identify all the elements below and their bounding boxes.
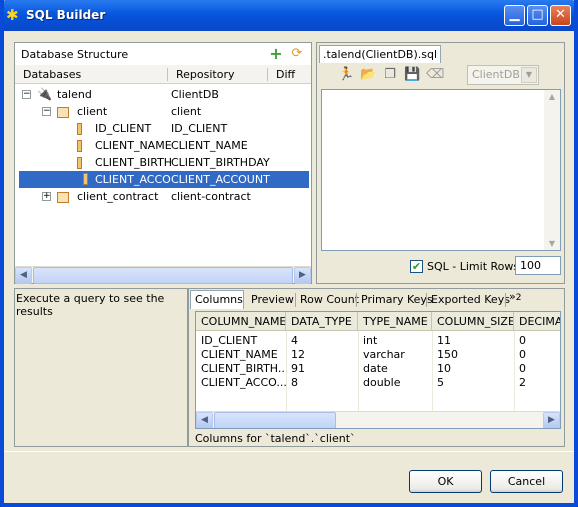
scroll-left-icon[interactable]: ◀ <box>196 412 213 428</box>
limit-rows-input[interactable]: 100 <box>515 256 561 275</box>
scroll-left-icon[interactable]: ◀ <box>15 267 32 284</box>
col-header-databases[interactable]: Databases <box>23 68 81 81</box>
save-icon[interactable]: 💾 <box>404 67 420 83</box>
tab-primary-keys[interactable]: Primary Keys <box>357 291 433 310</box>
table-icon <box>57 106 69 118</box>
tab-sql-file[interactable]: .talend(ClientDB).sql <box>319 45 442 63</box>
th-column-size[interactable]: COLUMN_SIZE <box>432 312 514 331</box>
dialog-body: Database Structure + ⟳ Databases Reposit… <box>4 31 574 503</box>
tree-row-talend[interactable]: 🔌 talend ClientDB <box>37 86 307 103</box>
table-row[interactable]: ID_CLIENT 4 int 11 0 <box>196 334 560 348</box>
table-row[interactable]: CLIENT_ACCO... 8 double 5 2 <box>196 376 560 390</box>
columns-info-panel: Columns Preview Row Count Primary Keys E… <box>188 288 565 447</box>
minimize-button[interactable]: ▁ <box>504 5 525 26</box>
more-tabs-button[interactable]: »2 <box>509 290 521 303</box>
limit-rows-checkbox[interactable]: ✔ <box>410 260 423 273</box>
chevron-double-right-icon: » <box>509 290 516 303</box>
tree-row-id-client[interactable]: ID_CLIENT ID_CLIENT <box>77 120 307 137</box>
columns-status: Columns for `talend`.`client` <box>195 432 356 445</box>
table-row[interactable]: CLIENT_BIRTH... 91 date 10 0 <box>196 362 560 376</box>
results-panel: Execute a query to see the results <box>14 288 188 447</box>
tab-exported-keys[interactable]: Exported Keys <box>427 291 510 310</box>
scroll-thumb[interactable] <box>214 412 336 428</box>
open-folder-icon[interactable]: 📂 <box>360 67 376 83</box>
database-structure-title: Database Structure <box>21 48 129 61</box>
col-header-diff[interactable]: Diff <box>276 68 295 81</box>
tree-horizontal-scrollbar[interactable]: ◀ ▶ <box>15 266 311 284</box>
th-data-type[interactable]: DATA_TYPE <box>286 312 358 331</box>
expand-toggle-client-contract[interactable]: + <box>42 192 51 201</box>
scroll-up-icon[interactable]: ▲ <box>544 92 560 101</box>
tree-row-client-account[interactable]: CLIENT_ACCOL CLIENT_ACCOUNT <box>19 171 309 188</box>
tree-header: Databases Repository Diff <box>15 65 311 84</box>
col-header-repository[interactable]: Repository <box>176 68 235 81</box>
close-button[interactable]: ✕ <box>550 5 571 26</box>
copy-icon[interactable]: ❐ <box>382 67 398 83</box>
cancel-button[interactable]: Cancel <box>490 470 563 493</box>
scroll-right-icon[interactable]: ▶ <box>294 267 311 284</box>
tree-row-client[interactable]: client client <box>57 103 307 120</box>
scroll-down-icon[interactable]: ▼ <box>544 239 560 248</box>
editor-vertical-scrollbar[interactable]: ▲ ▼ <box>544 90 560 250</box>
chevron-down-icon[interactable]: ▼ <box>521 67 537 83</box>
scroll-thumb[interactable] <box>33 267 293 284</box>
database-icon: 🔌 <box>37 87 52 101</box>
th-column-name[interactable]: COLUMN_NAME <box>196 312 286 331</box>
table-icon <box>57 191 69 203</box>
collapse-toggle-talend[interactable]: − <box>22 90 31 99</box>
database-structure-panel: Database Structure + ⟳ Databases Reposit… <box>14 42 312 284</box>
sql-builder-window: ✱ SQL Builder ▁ □ ✕ Database Structure +… <box>0 0 578 507</box>
th-type-name[interactable]: TYPE_NAME <box>358 312 432 331</box>
connection-select[interactable]: ClientDB ▼ <box>467 65 539 85</box>
table-row[interactable]: CLIENT_NAME 12 varchar 150 0 <box>196 348 560 362</box>
app-star-icon: ✱ <box>6 6 19 24</box>
tab-preview[interactable]: Preview <box>247 291 294 310</box>
collapse-toggle-client[interactable]: − <box>42 107 51 116</box>
add-icon[interactable]: + <box>268 46 284 62</box>
tree-row-client-birthday[interactable]: CLIENT_BIRTHI CLIENT_BIRTHDAY <box>77 154 307 171</box>
results-message: Execute a query to see the results <box>16 292 165 318</box>
columns-horizontal-scrollbar[interactable]: ◀ ▶ <box>196 411 560 428</box>
clear-icon[interactable]: ⌫ <box>426 67 444 83</box>
tab-columns[interactable]: Columns <box>190 290 244 309</box>
execute-icon[interactable]: 🏃 <box>338 67 354 83</box>
tab-row-count[interactable]: Row Count <box>296 291 359 310</box>
window-title: SQL Builder <box>26 8 106 22</box>
column-icon <box>77 157 82 169</box>
refresh-icon[interactable]: ⟳ <box>289 46 305 62</box>
scroll-right-icon[interactable]: ▶ <box>543 412 560 428</box>
ok-button[interactable]: OK <box>409 470 482 493</box>
maximize-button[interactable]: □ <box>527 5 548 26</box>
column-icon <box>77 140 82 152</box>
limit-rows-label: SQL - Limit Rows <box>427 260 520 273</box>
th-decimal[interactable]: DECIMA <box>514 312 560 331</box>
column-icon <box>77 123 82 135</box>
columns-table: COLUMN_NAME DATA_TYPE TYPE_NAME COLUMN_S… <box>195 311 561 429</box>
tree-row-client-name[interactable]: CLIENT_NAME CLIENT_NAME <box>77 137 307 154</box>
tree-row-client-contract[interactable]: client_contract client-contract <box>57 188 307 205</box>
title-bar[interactable]: ✱ SQL Builder ▁ □ ✕ <box>0 0 578 31</box>
sql-editor-panel: .talend(ClientDB).sql 🏃 📂 ❐ 💾 ⌫ ClientDB… <box>316 42 565 284</box>
sql-editor-textarea[interactable]: ▲ ▼ <box>321 89 561 251</box>
column-icon <box>83 173 88 185</box>
